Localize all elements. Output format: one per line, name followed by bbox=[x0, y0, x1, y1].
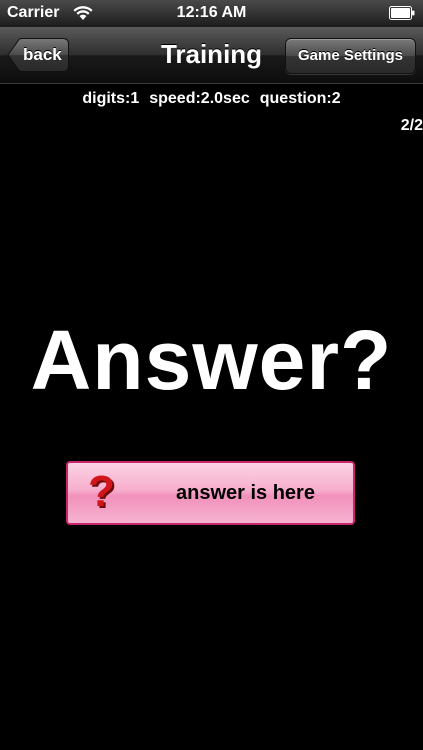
progress-counter: 2/2 bbox=[400, 117, 423, 134]
battery-icon bbox=[389, 6, 415, 20]
answer-prompt: Answer? bbox=[30, 313, 393, 407]
navigation-bar: back Training Game Settings bbox=[0, 27, 423, 84]
answer-button[interactable]: ? answer is here bbox=[66, 461, 355, 525]
clock: 12:16 AM bbox=[176, 4, 247, 21]
game-settings-button[interactable]: Game Settings bbox=[284, 38, 416, 74]
question-mark-icon: ? bbox=[88, 467, 115, 516]
digits-label: digits:1 bbox=[82, 90, 140, 107]
speed-label: speed:2.0sec bbox=[149, 90, 250, 107]
back-label: back bbox=[23, 45, 62, 64]
question-label: question:2 bbox=[259, 90, 341, 107]
game-info: digits:1 speed:2.0sec question:2 bbox=[0, 90, 423, 108]
back-button[interactable]: back bbox=[7, 38, 69, 72]
screen: Carrier 12:16 AM back Training Game Sett… bbox=[0, 0, 423, 750]
status-bar: Carrier 12:16 AM bbox=[0, 0, 423, 27]
answer-button-label: answer is here bbox=[176, 482, 315, 504]
